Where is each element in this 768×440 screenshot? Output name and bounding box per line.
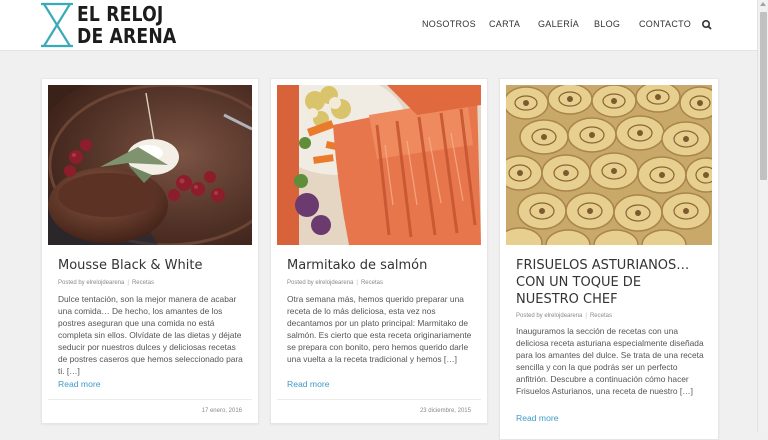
read-more-link[interactable]: Read more bbox=[287, 379, 330, 389]
post-excerpt: Dulce tentación, son la mejor manera de … bbox=[58, 294, 243, 376]
page-scrollbar[interactable] bbox=[757, 0, 768, 432]
post-image-mousse[interactable] bbox=[48, 85, 252, 245]
post-author[interactable]: Posted by elrelojdearena bbox=[287, 280, 353, 286]
post-author[interactable]: Posted by elrelojdearena bbox=[58, 280, 124, 286]
post-title[interactable]: FRISUELOS ASTURIANOS… CON UN TOQUE DE NU… bbox=[516, 257, 708, 308]
post-meta: Posted by elrelojdearena | Recetas bbox=[58, 280, 154, 286]
post-card-frisuelos: FRISUELOS ASTURIANOS… CON UN TOQUE DE NU… bbox=[499, 78, 719, 440]
nav-item-blog[interactable]: BLOG bbox=[594, 19, 620, 29]
card-divider bbox=[48, 399, 252, 400]
read-more-link[interactable]: Read more bbox=[58, 379, 101, 389]
post-image-marmitako[interactable] bbox=[277, 85, 481, 245]
scroll-thumb[interactable] bbox=[760, 12, 767, 180]
post-meta: Posted by elrelojdearena | Recetas bbox=[516, 313, 612, 319]
site-header: EL RELOJ DE ARENA NOSOTROS CARTA GALERÍA… bbox=[0, 0, 757, 51]
nav-item-carta[interactable]: CARTA bbox=[489, 19, 520, 29]
post-title[interactable]: Mousse Black & White bbox=[58, 257, 248, 274]
post-category[interactable]: Recetas bbox=[590, 313, 612, 319]
post-author[interactable]: Posted by elrelojdearena bbox=[516, 313, 582, 319]
scroll-up-arrow-icon[interactable] bbox=[760, 2, 766, 6]
post-card-marmitako: Marmitako de salmón Posted by elrelojdea… bbox=[270, 78, 488, 424]
search-icon[interactable] bbox=[701, 18, 713, 30]
post-category[interactable]: Recetas bbox=[361, 280, 383, 286]
nav-item-contacto[interactable]: CONTACTO bbox=[639, 19, 691, 29]
main-nav: NOSOTROS CARTA GALERÍA BLOG CONTACTO bbox=[0, 19, 757, 33]
post-date: 17 enero, 2016 bbox=[201, 408, 242, 414]
nav-item-nosotros[interactable]: NOSOTROS bbox=[422, 19, 476, 29]
post-excerpt: Inauguramos la sección de recetas con un… bbox=[516, 326, 704, 396]
post-title[interactable]: Marmitako de salmón bbox=[287, 257, 477, 274]
post-meta: Posted by elrelojdearena | Recetas bbox=[287, 280, 383, 286]
post-category[interactable]: Recetas bbox=[132, 280, 154, 286]
post-image-frisuelos[interactable] bbox=[506, 85, 712, 245]
post-card-mousse: Mousse Black & White Posted by elrelojde… bbox=[41, 78, 259, 424]
nav-item-galeria[interactable]: GALERÍA bbox=[538, 19, 579, 29]
card-divider bbox=[277, 399, 481, 400]
post-excerpt: Otra semana más, hemos querido preparar … bbox=[287, 294, 472, 364]
read-more-link[interactable]: Read more bbox=[516, 413, 559, 423]
post-date: 23 diciembre, 2015 bbox=[419, 408, 471, 414]
